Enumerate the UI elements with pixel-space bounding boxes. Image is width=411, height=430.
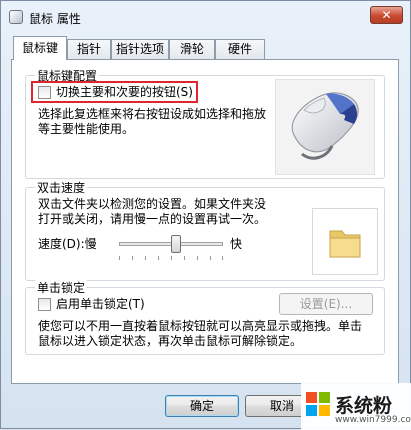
double-click-title: 双击速度 bbox=[35, 179, 88, 196]
double-click-speed-slider[interactable] bbox=[171, 235, 182, 253]
test-folder-area[interactable] bbox=[312, 208, 378, 275]
watermark: 系统粉 www.win7999.com bbox=[301, 383, 411, 430]
slider-tick bbox=[197, 256, 198, 260]
mouse-properties-window: 鼠标 属性 ✕ 鼠标键 指针 指针选项 滑轮 硬件 鼠标键配置 切换主要和次要的… bbox=[0, 0, 411, 430]
title-bar: 鼠标 属性 ✕ bbox=[1, 1, 410, 31]
click-lock-desc-1: 使您可以不用一直按着鼠标按钮就可以高亮显示或拖拽。单击 bbox=[38, 319, 363, 333]
folder-icon bbox=[329, 230, 361, 258]
window-title: 鼠标 属性 bbox=[29, 12, 81, 26]
watermark-text: 系统粉 bbox=[335, 395, 393, 417]
double-click-desc-2: 打开或关闭，请用慢一点的设置再试一次。 bbox=[38, 212, 267, 226]
speed-slow-label: 速度(D):慢 bbox=[38, 237, 97, 251]
watermark-url: www.win7999.com bbox=[335, 415, 411, 425]
ok-button[interactable]: 确定 bbox=[165, 395, 239, 417]
click-lock-checkbox[interactable] bbox=[38, 298, 51, 311]
mouse-icon bbox=[291, 92, 359, 160]
click-lock-title: 单击锁定 bbox=[35, 279, 88, 296]
click-lock-settings-button[interactable]: 设置(E)... bbox=[279, 293, 373, 315]
tab-pointers[interactable]: 指针 bbox=[67, 39, 111, 59]
tab-pointer-options[interactable]: 指针选项 bbox=[111, 39, 169, 59]
switch-buttons-checkbox[interactable] bbox=[38, 86, 51, 99]
close-button[interactable]: ✕ bbox=[370, 6, 403, 24]
mouse-image bbox=[275, 79, 375, 175]
switch-buttons-label[interactable]: 切换主要和次要的按钮(S) bbox=[56, 85, 193, 100]
double-click-desc-1: 双击文件夹以检测您的设置。如果文件夹没 bbox=[38, 197, 267, 211]
slider-tick bbox=[145, 256, 146, 260]
tab-wheel[interactable]: 滑轮 bbox=[169, 39, 215, 59]
click-lock-label[interactable]: 启用单击锁定(T) bbox=[56, 297, 145, 312]
mouse-app-icon bbox=[9, 10, 23, 24]
slider-tick bbox=[132, 256, 133, 260]
tab-buttons[interactable]: 鼠标键 bbox=[13, 36, 67, 60]
speed-fast-label: 快 bbox=[230, 237, 243, 251]
slider-tick bbox=[210, 256, 211, 260]
slider-tick bbox=[119, 256, 120, 260]
windows-logo-icon bbox=[306, 392, 330, 416]
button-config-desc-1: 选择此复选框来将右按钮设成如选择和拖放 bbox=[38, 107, 267, 121]
click-lock-desc-2: 鼠标以进入锁定状态，再次单击鼠标可解除锁定。 bbox=[38, 334, 303, 348]
tab-hardware[interactable]: 硬件 bbox=[215, 39, 265, 59]
slider-tick bbox=[184, 256, 185, 260]
slider-tick bbox=[222, 256, 223, 260]
button-config-desc-2: 等主要性能使用。 bbox=[38, 122, 135, 136]
slider-tick bbox=[158, 256, 159, 260]
slider-tick bbox=[171, 256, 172, 260]
